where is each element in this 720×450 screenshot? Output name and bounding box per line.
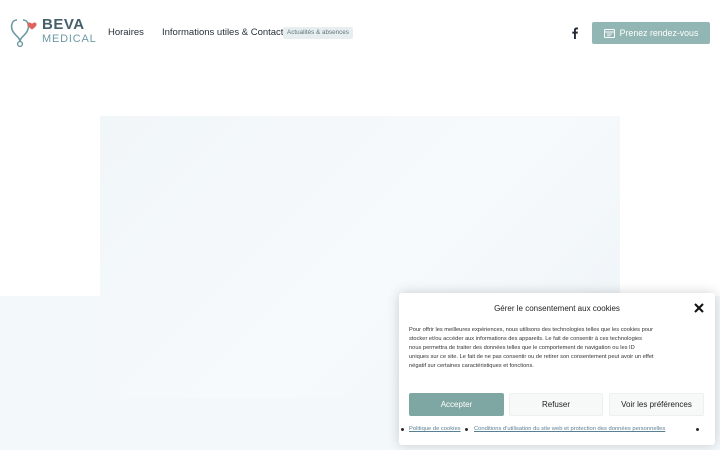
site-header: BEVA MEDICAL Horaires Informations utile… — [0, 0, 720, 66]
beva-medical-logo[interactable]: BEVA MEDICAL — [9, 16, 96, 48]
list-bullet — [465, 428, 468, 431]
book-appointment-button[interactable]: Prenez rendez-vous — [592, 22, 710, 44]
cookie-dialog-title: Gérer le consentement aux cookies — [494, 304, 620, 313]
facebook-icon[interactable] — [569, 26, 581, 40]
terms-of-use-link[interactable]: Conditions d'utilisation du site web et … — [474, 426, 665, 432]
logo-name: BEVA — [42, 16, 85, 33]
nav-link-horaires[interactable]: Horaires — [108, 26, 144, 39]
nav-badge-actualites[interactable]: Actualités & absences — [283, 27, 353, 39]
nav-link-informations-contact[interactable]: Informations utiles & Contact — [162, 26, 283, 39]
view-preferences-button[interactable]: Voir les préférences — [609, 393, 704, 416]
list-bullet — [401, 428, 404, 431]
refuse-cookies-button[interactable]: Refuser — [509, 393, 603, 416]
cookie-consent-dialog: Gérer le consentement aux cookies Pour o… — [399, 293, 715, 445]
calendar-icon — [603, 28, 615, 38]
book-appointment-label: Prenez rendez-vous — [619, 28, 699, 38]
close-icon[interactable] — [693, 302, 705, 314]
cookie-links-list: Politique de cookies Conditions d'utilis… — [399, 424, 715, 436]
cookie-dialog-message: Pour offrir les meilleures expériences, … — [409, 327, 654, 370]
accept-cookies-button[interactable]: Accepter — [409, 393, 504, 416]
stethoscope-logo-icon — [10, 19, 37, 48]
list-bullet — [696, 428, 699, 431]
logo-subtitle: MEDICAL — [42, 33, 97, 45]
cookie-policy-link[interactable]: Politique de cookies — [409, 426, 461, 432]
